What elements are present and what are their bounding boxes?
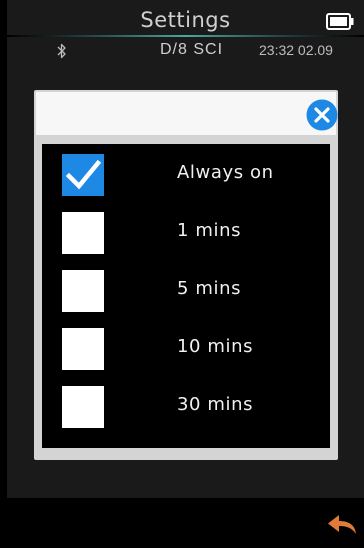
auto-off-dialog: Always on 1 mins 5 mins 10 mins 30 mins	[34, 90, 338, 460]
back-arrow-icon[interactable]	[325, 510, 359, 536]
checkbox[interactable]	[62, 154, 104, 196]
checkmark-icon	[65, 159, 102, 190]
option-label: 10 mins	[177, 336, 254, 357]
option-10-mins[interactable]: 10 mins	[42, 318, 330, 376]
bluetooth-icon	[57, 43, 66, 59]
option-label: 30 mins	[177, 394, 254, 415]
checkbox[interactable]	[62, 212, 104, 254]
device-screen: Settings D/8 SCI 23:32 02.09 Always on 1…	[7, 0, 364, 548]
checkbox[interactable]	[62, 386, 104, 428]
measurement-mode: D/8 SCI	[160, 41, 224, 58]
close-icon[interactable]	[306, 99, 338, 131]
checkbox[interactable]	[62, 328, 104, 370]
option-always-on[interactable]: Always on	[42, 144, 330, 202]
clock-readout: 23:32 02.09	[259, 42, 333, 58]
option-5-mins[interactable]: 5 mins	[42, 260, 330, 318]
status-row: D/8 SCI 23:32 02.09	[7, 40, 364, 62]
option-1-mins[interactable]: 1 mins	[42, 202, 330, 260]
option-list: Always on 1 mins 5 mins 10 mins 30 mins	[42, 144, 330, 448]
dialog-header	[36, 92, 338, 135]
option-label: 5 mins	[177, 278, 242, 299]
option-label: 1 mins	[177, 220, 242, 241]
option-30-mins[interactable]: 30 mins	[42, 376, 330, 434]
battery-icon	[326, 13, 354, 30]
bottom-bar	[7, 498, 364, 548]
checkbox[interactable]	[62, 270, 104, 312]
title-underline	[7, 35, 364, 37]
top-bar: Settings D/8 SCI 23:32 02.09	[7, 0, 364, 80]
page-title: Settings	[140, 8, 231, 32]
option-label: Always on	[177, 162, 274, 183]
